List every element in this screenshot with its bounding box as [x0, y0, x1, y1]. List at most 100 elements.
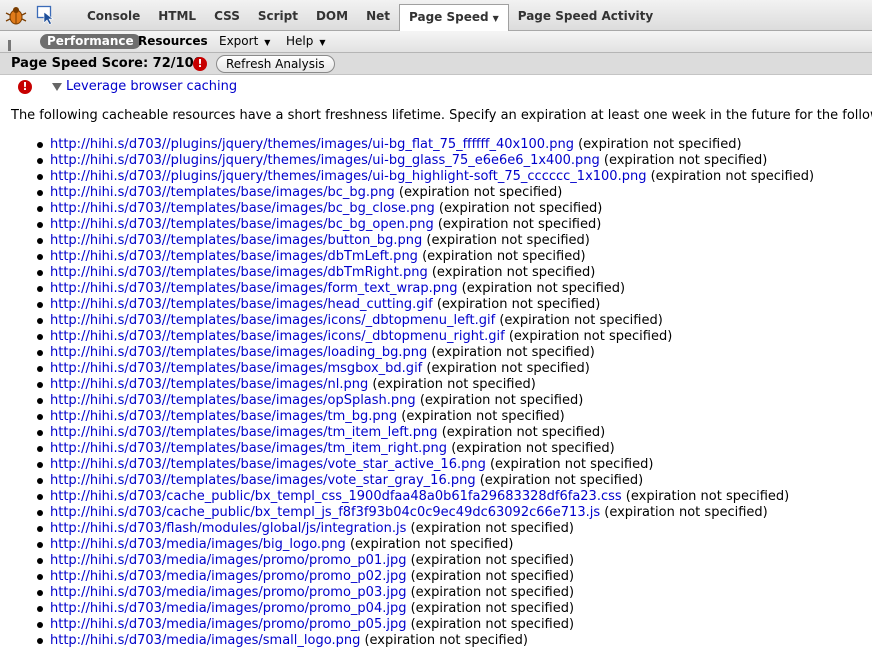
- resource-link[interactable]: http://hihi.s/d703//templates/base/image…: [50, 393, 416, 408]
- resource-note: (expiration not specified): [349, 537, 514, 552]
- chevron-down-icon: ▼: [264, 38, 271, 47]
- resource-link[interactable]: http://hihi.s/d703//templates/base/image…: [50, 281, 458, 296]
- resource-link[interactable]: http://hihi.s/d703/media/images/small_lo…: [50, 633, 360, 648]
- list-item: http://hihi.s/d703/media/images/promo/pr…: [0, 585, 814, 601]
- resource-link[interactable]: http://hihi.s/d703//templates/base/image…: [50, 185, 395, 200]
- resource-link[interactable]: http://hihi.s/d703//templates/base/image…: [50, 409, 397, 424]
- resource-link[interactable]: http://hihi.s/d703//templates/base/image…: [50, 425, 438, 440]
- list-item: http://hihi.s/d703/media/images/promo/pr…: [0, 601, 814, 617]
- chevron-down-icon[interactable]: ▼: [493, 14, 499, 23]
- performance-button[interactable]: Performance: [40, 34, 141, 49]
- resource-note: (expiration not specified): [604, 505, 768, 520]
- resource-link[interactable]: http://hihi.s/d703//templates/base/image…: [50, 377, 368, 392]
- bullet-icon: [37, 510, 43, 516]
- resource-link[interactable]: http://hihi.s/d703//templates/base/image…: [50, 233, 422, 248]
- list-item: http://hihi.s/d703//templates/base/image…: [0, 297, 814, 313]
- resource-note: (expiration not specified): [436, 297, 601, 312]
- resource-link[interactable]: http://hihi.s/d703/media/images/promo/pr…: [50, 569, 406, 584]
- export-label: Export: [219, 34, 259, 48]
- resource-note: (expiration not specified): [410, 553, 575, 568]
- resource-link[interactable]: http://hihi.s/d703/cache_public/bx_templ…: [50, 505, 600, 520]
- rule-description: The following cacheable resources have a…: [11, 108, 872, 123]
- list-item: http://hihi.s/d703//templates/base/image…: [0, 201, 814, 217]
- bullet-icon: [37, 398, 43, 404]
- page-speed-score: Page Speed Score: 72/100: [11, 56, 203, 71]
- tab-console[interactable]: Console: [78, 4, 149, 28]
- list-item: http://hihi.s/d703//plugins/jquery/theme…: [0, 169, 814, 185]
- resource-link[interactable]: http://hihi.s/d703//plugins/jquery/theme…: [50, 169, 646, 184]
- resource-note: (expiration not specified): [410, 617, 575, 632]
- resource-link[interactable]: http://hihi.s/d703//templates/base/image…: [50, 201, 435, 216]
- list-item: http://hihi.s/d703//plugins/jquery/theme…: [0, 137, 814, 153]
- resource-link[interactable]: http://hihi.s/d703//templates/base/image…: [50, 345, 427, 360]
- list-item: http://hihi.s/d703//templates/base/image…: [0, 393, 814, 409]
- resource-link[interactable]: http://hihi.s/d703//templates/base/image…: [50, 297, 433, 312]
- error-icon: !: [18, 80, 32, 94]
- list-item: http://hihi.s/d703//templates/base/image…: [0, 281, 814, 297]
- pause-icon[interactable]: [8, 36, 17, 70]
- rule-title-link[interactable]: Leverage browser caching: [66, 78, 237, 96]
- bullet-icon: [37, 638, 43, 644]
- resource-note: (expiration not specified): [437, 217, 602, 232]
- bullet-icon: [37, 334, 43, 340]
- rule-header[interactable]: ! Leverage browser caching: [0, 77, 872, 97]
- resource-link[interactable]: http://hihi.s/d703//templates/base/image…: [50, 473, 476, 488]
- list-item: http://hihi.s/d703//templates/base/image…: [0, 377, 814, 393]
- resource-link[interactable]: http://hihi.s/d703/media/images/promo/pr…: [50, 585, 406, 600]
- tab-html[interactable]: HTML: [149, 4, 205, 28]
- list-item: http://hihi.s/d703/media/images/small_lo…: [0, 633, 814, 649]
- tab-dom[interactable]: DOM: [307, 4, 357, 28]
- resources-button[interactable]: Resources: [138, 34, 208, 49]
- list-item: http://hihi.s/d703//templates/base/image…: [0, 345, 814, 361]
- resource-note: (expiration not specified): [438, 201, 603, 216]
- bullet-icon: [37, 238, 43, 244]
- resource-link[interactable]: http://hihi.s/d703/media/images/promo/pr…: [50, 553, 406, 568]
- bullet-icon: [37, 142, 43, 148]
- resource-note: (expiration not specified): [372, 377, 536, 392]
- resource-link[interactable]: http://hihi.s/d703//plugins/jquery/theme…: [50, 153, 600, 168]
- list-item: http://hihi.s/d703/media/images/big_logo…: [0, 537, 814, 553]
- tab-page-speed[interactable]: Page Speed ▼: [399, 4, 509, 31]
- resource-link[interactable]: http://hihi.s/d703/media/images/promo/pr…: [50, 601, 406, 616]
- bullet-icon: [37, 526, 43, 532]
- resource-link[interactable]: http://hihi.s/d703/flash/modules/global/…: [50, 521, 406, 536]
- resource-link[interactable]: http://hihi.s/d703//templates/base/image…: [50, 457, 486, 472]
- bullet-icon: [37, 270, 43, 276]
- resource-link[interactable]: http://hihi.s/d703//templates/base/image…: [50, 217, 434, 232]
- resource-link[interactable]: http://hihi.s/d703//templates/base/image…: [50, 441, 447, 456]
- tab-css[interactable]: CSS: [205, 4, 249, 28]
- refresh-analysis-button[interactable]: Refresh Analysis: [216, 55, 335, 73]
- resource-list: http://hihi.s/d703//plugins/jquery/theme…: [0, 137, 814, 649]
- resource-link[interactable]: http://hihi.s/d703//templates/base/image…: [50, 361, 422, 376]
- resource-note: (expiration not specified): [410, 521, 575, 536]
- resource-note: (expiration not specified): [650, 169, 815, 184]
- bullet-icon: [37, 446, 43, 452]
- bullet-icon: [37, 222, 43, 228]
- resource-link[interactable]: http://hihi.s/d703//templates/base/image…: [50, 265, 428, 280]
- list-item: http://hihi.s/d703//plugins/jquery/theme…: [0, 153, 814, 169]
- inspect-icon[interactable]: [36, 5, 56, 25]
- list-item: http://hihi.s/d703/cache_public/bx_templ…: [0, 505, 814, 521]
- tab-net[interactable]: Net: [357, 4, 399, 28]
- panel-tabs: Console HTML CSS Script DOM Net Page Spe…: [78, 0, 662, 31]
- bullet-icon: [37, 158, 43, 164]
- resource-link[interactable]: http://hihi.s/d703/media/images/big_logo…: [50, 537, 346, 552]
- bullet-icon: [37, 494, 43, 500]
- resource-note: (expiration not specified): [422, 249, 586, 264]
- resource-link[interactable]: http://hihi.s/d703//templates/base/image…: [50, 329, 505, 344]
- bullet-icon: [37, 606, 43, 612]
- resource-link[interactable]: http://hihi.s/d703//plugins/jquery/theme…: [50, 137, 574, 152]
- resource-note: (expiration not specified): [410, 569, 575, 584]
- tab-script[interactable]: Script: [249, 4, 307, 28]
- list-item: http://hihi.s/d703//templates/base/image…: [0, 265, 814, 281]
- list-item: http://hihi.s/d703//templates/base/image…: [0, 329, 814, 345]
- resource-link[interactable]: http://hihi.s/d703/cache_public/bx_templ…: [50, 489, 622, 504]
- resource-link[interactable]: http://hihi.s/d703/media/images/promo/pr…: [50, 617, 406, 632]
- export-menu[interactable]: Export ▼: [219, 34, 270, 50]
- resource-link[interactable]: http://hihi.s/d703//templates/base/image…: [50, 313, 495, 328]
- help-menu[interactable]: Help ▼: [286, 34, 326, 50]
- expand-triangle-icon[interactable]: [52, 83, 62, 91]
- tab-page-speed-activity[interactable]: Page Speed Activity: [509, 4, 663, 28]
- resource-link[interactable]: http://hihi.s/d703//templates/base/image…: [50, 249, 418, 264]
- firebug-icon[interactable]: [5, 4, 27, 26]
